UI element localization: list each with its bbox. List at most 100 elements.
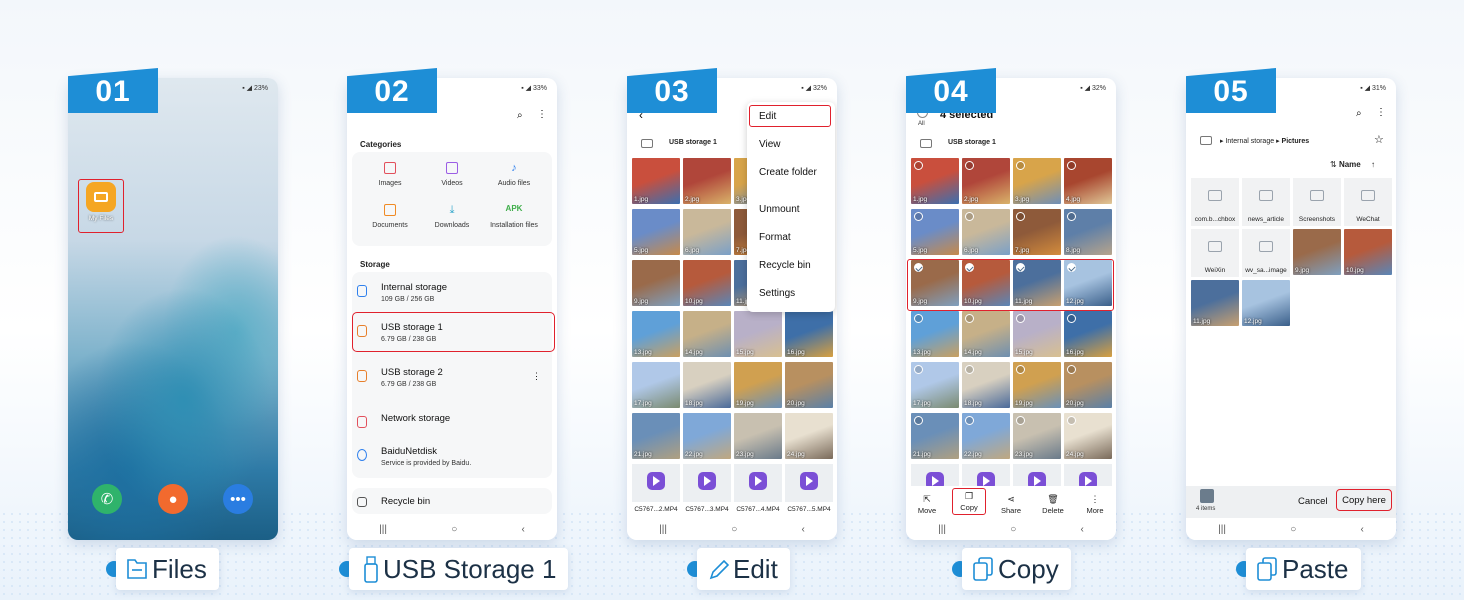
select-checkbox[interactable] xyxy=(914,416,923,425)
recents-icon[interactable]: ||| xyxy=(1218,524,1226,535)
category-videos[interactable]: Videos xyxy=(422,162,482,187)
search-icon[interactable]: ⌕ xyxy=(517,110,523,121)
folder-item[interactable]: WeiXin xyxy=(1191,229,1239,277)
photo-thumbnail[interactable]: 2.jpg xyxy=(962,158,1010,204)
select-checkbox[interactable] xyxy=(914,161,923,170)
select-checkbox[interactable] xyxy=(914,314,923,323)
select-checkbox[interactable] xyxy=(1067,416,1076,425)
select-checkbox[interactable] xyxy=(1067,212,1076,221)
contacts-icon[interactable]: ● xyxy=(158,484,188,514)
photo-thumbnail[interactable]: 8.jpg xyxy=(1064,209,1112,255)
photo-thumbnail[interactable]: 17.jpg xyxy=(911,362,959,408)
copy-button[interactable]: ❐ Copy xyxy=(952,488,986,515)
photo-thumbnail[interactable]: 6.jpg xyxy=(683,209,731,255)
select-checkbox[interactable] xyxy=(1016,365,1025,374)
recents-icon[interactable]: ||| xyxy=(938,524,946,535)
category-installation[interactable]: APK Installation files xyxy=(484,204,544,229)
menu-recycle-bin[interactable]: Recycle bin xyxy=(759,260,811,271)
star-icon[interactable]: ☆ xyxy=(1374,133,1384,146)
select-checkbox[interactable] xyxy=(1016,314,1025,323)
messages-icon[interactable]: ••• xyxy=(223,484,253,514)
storage-baidu[interactable]: BaiduNetdisk Service is provided by Baidu… xyxy=(357,446,547,476)
more-button[interactable]: ⋮ More xyxy=(1078,494,1112,515)
back-icon[interactable]: ‹ xyxy=(802,524,805,535)
phone-icon[interactable]: ✆ xyxy=(92,484,122,514)
photo-thumbnail[interactable]: 11.jpg xyxy=(1191,280,1239,326)
photo-thumbnail[interactable]: 15.jpg xyxy=(1013,311,1061,357)
photo-thumbnail[interactable]: 5.jpg xyxy=(911,209,959,255)
photo-thumbnail[interactable]: 10.jpg xyxy=(1344,229,1392,275)
select-checkbox[interactable] xyxy=(965,416,974,425)
select-checkbox[interactable] xyxy=(965,161,974,170)
video-thumbnail[interactable] xyxy=(785,464,833,502)
home-icon[interactable]: ○ xyxy=(1010,524,1016,535)
photo-thumbnail[interactable]: 5.jpg xyxy=(632,209,680,255)
video-thumbnail[interactable] xyxy=(632,464,680,502)
home-icon[interactable]: ○ xyxy=(451,524,457,535)
recycle-bin[interactable]: Recycle bin xyxy=(357,496,547,510)
photo-thumbnail[interactable]: 13.jpg xyxy=(911,311,959,357)
photo-thumbnail[interactable]: 19.jpg xyxy=(734,362,782,408)
storage-network[interactable]: Network storage xyxy=(357,413,547,433)
photo-thumbnail[interactable]: 21.jpg xyxy=(632,413,680,459)
photo-thumbnail[interactable]: 1.jpg xyxy=(911,158,959,204)
storage-usb-2[interactable]: USB storage 2 6.79 GB / 238 GB ⋮ xyxy=(357,367,547,397)
photo-thumbnail[interactable]: 22.jpg xyxy=(962,413,1010,459)
photo-thumbnail[interactable]: 1.jpg xyxy=(632,158,680,204)
folder-item[interactable]: Screenshots xyxy=(1293,178,1341,226)
photo-thumbnail[interactable]: 7.jpg xyxy=(1013,209,1061,255)
photo-thumbnail[interactable]: 21.jpg xyxy=(911,413,959,459)
photo-thumbnail[interactable]: 20.jpg xyxy=(1064,362,1112,408)
select-checkbox[interactable] xyxy=(1067,365,1076,374)
category-downloads[interactable]: ⤓ Downloads xyxy=(422,204,482,229)
menu-edit[interactable]: Edit xyxy=(759,111,776,122)
home-icon[interactable]: ○ xyxy=(731,524,737,535)
category-audio[interactable]: ♪ Audio files xyxy=(484,162,544,187)
select-checkbox[interactable] xyxy=(914,365,923,374)
photo-thumbnail[interactable]: 10.jpg xyxy=(683,260,731,306)
home-icon[interactable]: ○ xyxy=(1290,524,1296,535)
search-icon[interactable]: ⌕ xyxy=(1356,108,1362,119)
select-checkbox[interactable] xyxy=(914,212,923,221)
photo-thumbnail[interactable]: 9.jpg xyxy=(632,260,680,306)
recents-icon[interactable]: ||| xyxy=(659,524,667,535)
photo-thumbnail[interactable]: 12.jpg xyxy=(1242,280,1290,326)
folder-item[interactable]: wv_sa...image xyxy=(1242,229,1290,277)
photo-thumbnail[interactable]: 20.jpg xyxy=(785,362,833,408)
share-button[interactable]: ⋖ Share xyxy=(994,494,1028,515)
menu-unmount[interactable]: Unmount xyxy=(759,204,800,215)
photo-thumbnail[interactable]: 4.jpg xyxy=(1064,158,1112,204)
photo-thumbnail[interactable]: 3.jpg xyxy=(1013,158,1061,204)
category-documents[interactable]: Documents xyxy=(360,204,420,229)
photo-thumbnail[interactable]: 13.jpg xyxy=(632,311,680,357)
video-thumbnail[interactable] xyxy=(683,464,731,502)
select-checkbox[interactable] xyxy=(965,212,974,221)
copy-here-button[interactable]: Copy here xyxy=(1336,489,1392,511)
video-thumbnail[interactable] xyxy=(734,464,782,502)
storage-internal[interactable]: Internal storage 109 GB / 256 GB xyxy=(357,282,547,312)
photo-thumbnail[interactable]: 16.jpg xyxy=(785,311,833,357)
category-images[interactable]: Images xyxy=(360,162,420,187)
photo-thumbnail[interactable]: 14.jpg xyxy=(683,311,731,357)
photo-thumbnail[interactable]: 16.jpg xyxy=(1064,311,1112,357)
photo-thumbnail[interactable]: 24.jpg xyxy=(1064,413,1112,459)
select-checkbox[interactable] xyxy=(965,365,974,374)
folder-item[interactable]: com.b...chbox xyxy=(1191,178,1239,226)
menu-settings[interactable]: Settings xyxy=(759,288,795,299)
photo-thumbnail[interactable]: 9.jpg xyxy=(1293,229,1341,275)
menu-create-folder[interactable]: Create folder xyxy=(759,167,817,178)
photo-thumbnail[interactable]: 23.jpg xyxy=(1013,413,1061,459)
back-icon[interactable]: ‹ xyxy=(522,524,525,535)
back-icon[interactable]: ‹ xyxy=(1081,524,1084,535)
photo-thumbnail[interactable]: 18.jpg xyxy=(683,362,731,408)
photo-thumbnail[interactable]: 19.jpg xyxy=(1013,362,1061,408)
move-button[interactable]: ⇱ Move xyxy=(910,494,944,515)
photo-thumbnail[interactable]: 14.jpg xyxy=(962,311,1010,357)
select-checkbox[interactable] xyxy=(1067,161,1076,170)
more-options-icon[interactable]: ⋮ xyxy=(532,371,541,382)
more-options-icon[interactable]: ⋮ xyxy=(537,109,547,120)
sort-control[interactable]: ⇅ Name ↑ xyxy=(1330,160,1375,169)
photo-thumbnail[interactable]: 2.jpg xyxy=(683,158,731,204)
photo-thumbnail[interactable]: 15.jpg xyxy=(734,311,782,357)
photo-thumbnail[interactable]: 22.jpg xyxy=(683,413,731,459)
